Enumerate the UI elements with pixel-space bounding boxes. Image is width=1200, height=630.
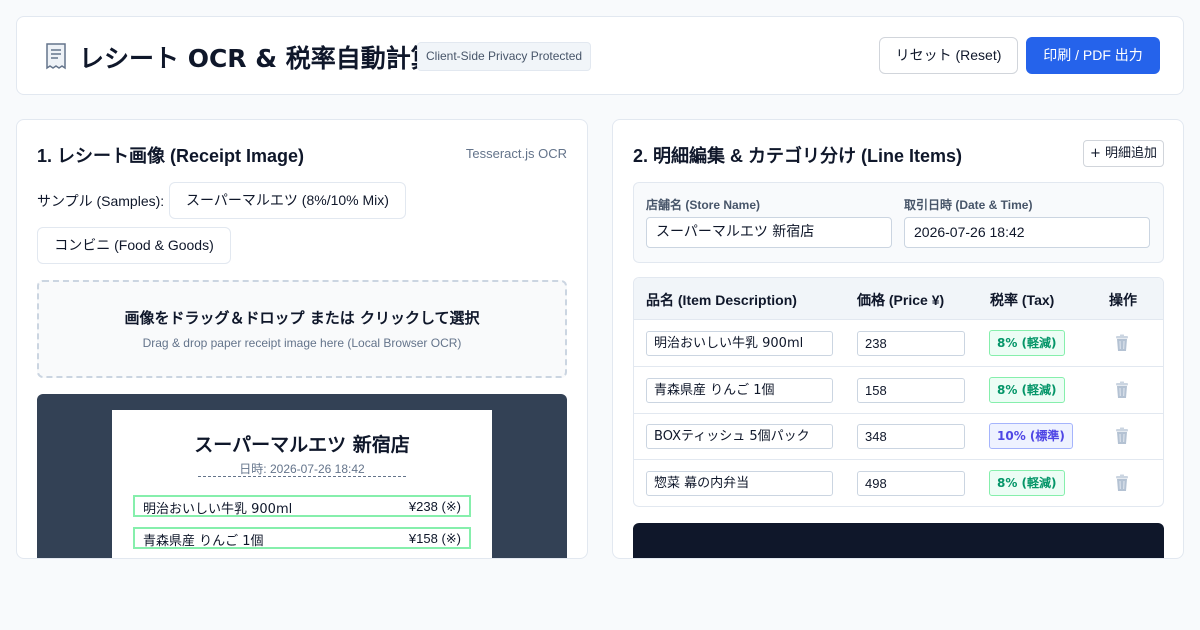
store-name-input[interactable]: スーパーマルエツ 新宿店 [646, 217, 892, 248]
store-name-label: 店舗名 (Store Name) [646, 198, 761, 212]
samples-label: サンプル (Samples): [37, 193, 165, 209]
add-line-item-button[interactable]: + 明細追加 [1083, 140, 1164, 167]
receipt-panel-title: 1. レシート画像 (Receipt Image) [37, 146, 305, 166]
table-row: 明治おいしい牛乳 900ml 238 8% (軽減) [634, 320, 1163, 367]
date-time-label: 取引日時 (Date & Time) [904, 198, 1033, 212]
receipt-icon [46, 43, 66, 70]
receipt-ocr-line[interactable]: 青森県産 りんご 1個 ¥158 (※) [133, 527, 471, 549]
table-header: 品名 (Item Description) 価格 (Price ¥) 税率 (T… [634, 278, 1163, 320]
column-header-price: 価格 (Price ¥) [857, 292, 945, 308]
item-name-input[interactable]: BOXティッシュ 5個パック [646, 424, 833, 449]
item-name-input[interactable]: 青森県産 りんご 1個 [646, 378, 833, 403]
item-name-input[interactable]: 明治おいしい牛乳 900ml [646, 331, 833, 356]
table-row: BOXティッシュ 5個パック 348 10% (標準) [634, 413, 1163, 460]
item-price-input[interactable]: 498 [857, 471, 965, 496]
receipt-store-name: スーパーマルエツ 新宿店 [194, 434, 410, 456]
item-price-input[interactable]: 158 [857, 378, 965, 403]
tax-rate-toggle[interactable]: 8% (軽減) [989, 470, 1065, 496]
receipt-date: 日時: 2026-07-26 18:42 [112, 460, 492, 477]
app-header: レシート OCR & 税率自動計算 Client-Side Privacy Pr… [16, 16, 1184, 95]
item-price-input[interactable]: 348 [857, 424, 965, 449]
trash-icon[interactable] [1114, 381, 1130, 399]
dropzone-title: 画像をドラッグ＆ドロップ または クリックして選択 [124, 309, 480, 327]
receipt-image-panel: 1. レシート画像 (Receipt Image) Tesseract.js O… [16, 119, 588, 559]
tax-rate-toggle[interactable]: 8% (軽減) [989, 377, 1065, 403]
table-row: 青森県産 りんご 1個 158 8% (軽減) [634, 367, 1163, 414]
receipt-line-price: ¥158 (※) [408, 531, 461, 546]
column-header-tax: 税率 (Tax) [990, 292, 1055, 308]
item-name-input[interactable]: 惣菜 幕の内弁当 [646, 471, 833, 496]
date-time-input[interactable]: 2026-07-26 18:42 [904, 217, 1150, 248]
line-items-table: 品名 (Item Description) 価格 (Price ¥) 税率 (T… [633, 277, 1164, 507]
print-pdf-button[interactable]: 印刷 / PDF 出力 [1026, 37, 1160, 74]
line-items-panel: 2. 明細編集 & カテゴリ分け (Line Items) + 明細追加 店舗名… [612, 119, 1184, 559]
receipt-line-name: 青森県産 りんご 1個 [143, 534, 264, 549]
receipt-date-value: 2026-07-26 18:42 [269, 462, 365, 476]
tax-summary-panel [633, 523, 1164, 558]
item-price-input[interactable]: 238 [857, 331, 965, 356]
column-header-item: 品名 (Item Description) [646, 292, 797, 308]
receipt-preview: スーパーマルエツ 新宿店 日時: 2026-07-26 18:42 明治おいしい… [37, 394, 567, 558]
dropzone-subtitle: Drag & drop paper receipt image here (Lo… [142, 336, 462, 350]
receipt-date-label: 日時: [239, 462, 267, 476]
receipt-line-name: 明治おいしい牛乳 900ml [143, 502, 293, 517]
tax-rate-toggle[interactable]: 8% (軽減) [989, 330, 1065, 356]
privacy-badge: Client-Side Privacy Protected [417, 42, 592, 71]
receipt-ocr-line[interactable]: 明治おいしい牛乳 900ml ¥238 (※) [133, 495, 471, 517]
page-title: レシート OCR & 税率自動計算 [79, 44, 436, 73]
trash-icon[interactable] [1114, 427, 1130, 445]
column-header-actions: 操作 [1109, 292, 1137, 308]
sample-supermarket-button[interactable]: スーパーマルエツ (8%/10% Mix) [169, 182, 406, 219]
ocr-engine-label: Tesseract.js OCR [465, 146, 567, 161]
receipt-meta: 店舗名 (Store Name) スーパーマルエツ 新宿店 取引日時 (Date… [633, 182, 1164, 263]
receipt-paper: スーパーマルエツ 新宿店 日時: 2026-07-26 18:42 明治おいしい… [112, 410, 492, 558]
reset-button[interactable]: リセット (Reset) [879, 37, 1018, 74]
line-items-title: 2. 明細編集 & カテゴリ分け (Line Items) [633, 146, 963, 166]
trash-icon[interactable] [1114, 474, 1130, 492]
upload-dropzone[interactable]: 画像をドラッグ＆ドロップ または クリックして選択 Drag & drop pa… [37, 280, 567, 378]
trash-icon[interactable] [1114, 334, 1130, 352]
sample-convenience-button[interactable]: コンビニ (Food & Goods) [37, 227, 231, 264]
receipt-divider [198, 476, 406, 477]
table-row: 惣菜 幕の内弁当 498 8% (軽減) [634, 460, 1163, 506]
tax-rate-toggle[interactable]: 10% (標準) [989, 423, 1073, 449]
receipt-line-price: ¥238 (※) [408, 499, 461, 514]
